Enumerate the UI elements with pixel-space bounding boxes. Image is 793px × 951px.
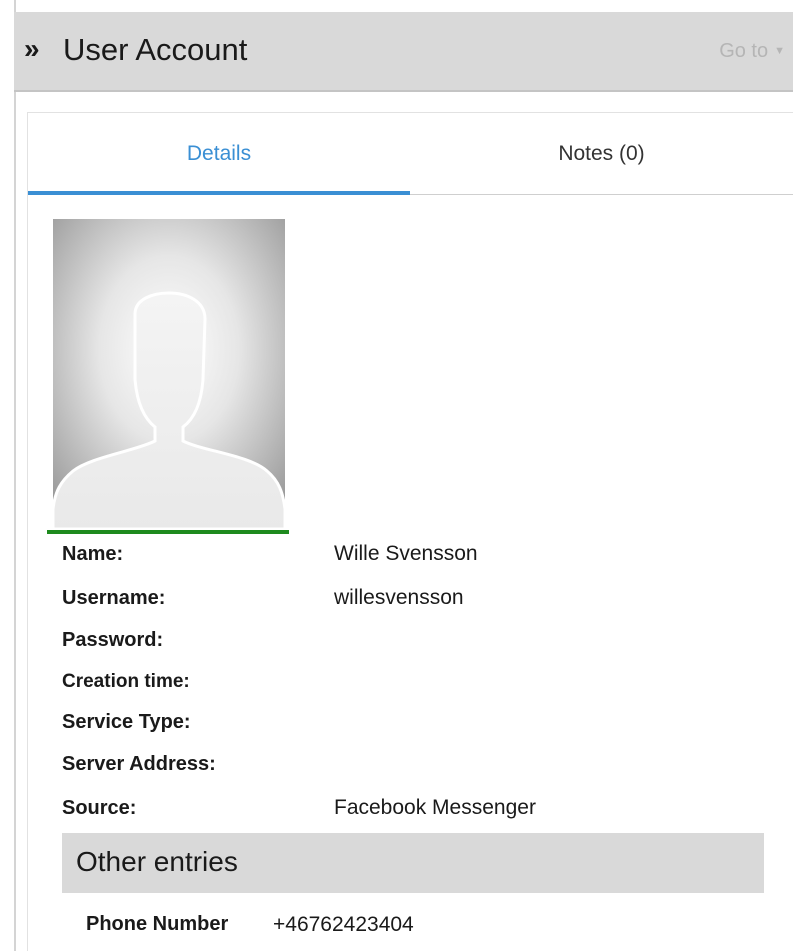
name-value: Wille Svensson [334, 542, 478, 565]
tab-details[interactable]: Details [28, 113, 410, 195]
source-label: Source: [62, 797, 137, 819]
goto-dropdown[interactable]: Go to ▼ [719, 39, 785, 63]
name-label: Name: [62, 543, 124, 565]
other-entries-title: Other entries [76, 846, 238, 877]
other-entries-header: Other entries [62, 833, 764, 893]
phone-number-value: +46762423404 [273, 913, 414, 936]
source-value: Facebook Messenger [334, 796, 536, 819]
panel-edge [14, 0, 16, 951]
server-address-label: Server Address: [62, 753, 216, 775]
creation-time-label: Creation time: [62, 671, 190, 692]
service-type-label: Service Type: [62, 711, 191, 733]
user-silhouette-icon [53, 219, 285, 529]
username-value: willesvensson [334, 586, 464, 609]
tab-notes[interactable]: Notes (0) [410, 113, 793, 195]
tab-bar: Details Notes (0) [28, 113, 793, 195]
page-title: User Account [63, 32, 248, 67]
username-label: Username: [62, 587, 166, 609]
status-indicator-bar [47, 530, 289, 534]
caret-down-icon: ▼ [774, 45, 785, 57]
goto-label: Go to [719, 40, 769, 62]
details-card: Details Notes (0) Name: Wille Svensson U… [27, 112, 793, 951]
user-account-panel: » User Account Go to ▼ Details Notes (0) [0, 0, 793, 951]
avatar [53, 219, 285, 529]
panel-header: » User Account Go to ▼ [14, 12, 793, 92]
phone-number-label: Phone Number [86, 913, 229, 935]
password-label: Password: [62, 629, 164, 651]
collapse-chevron-icon[interactable]: » [24, 34, 40, 64]
